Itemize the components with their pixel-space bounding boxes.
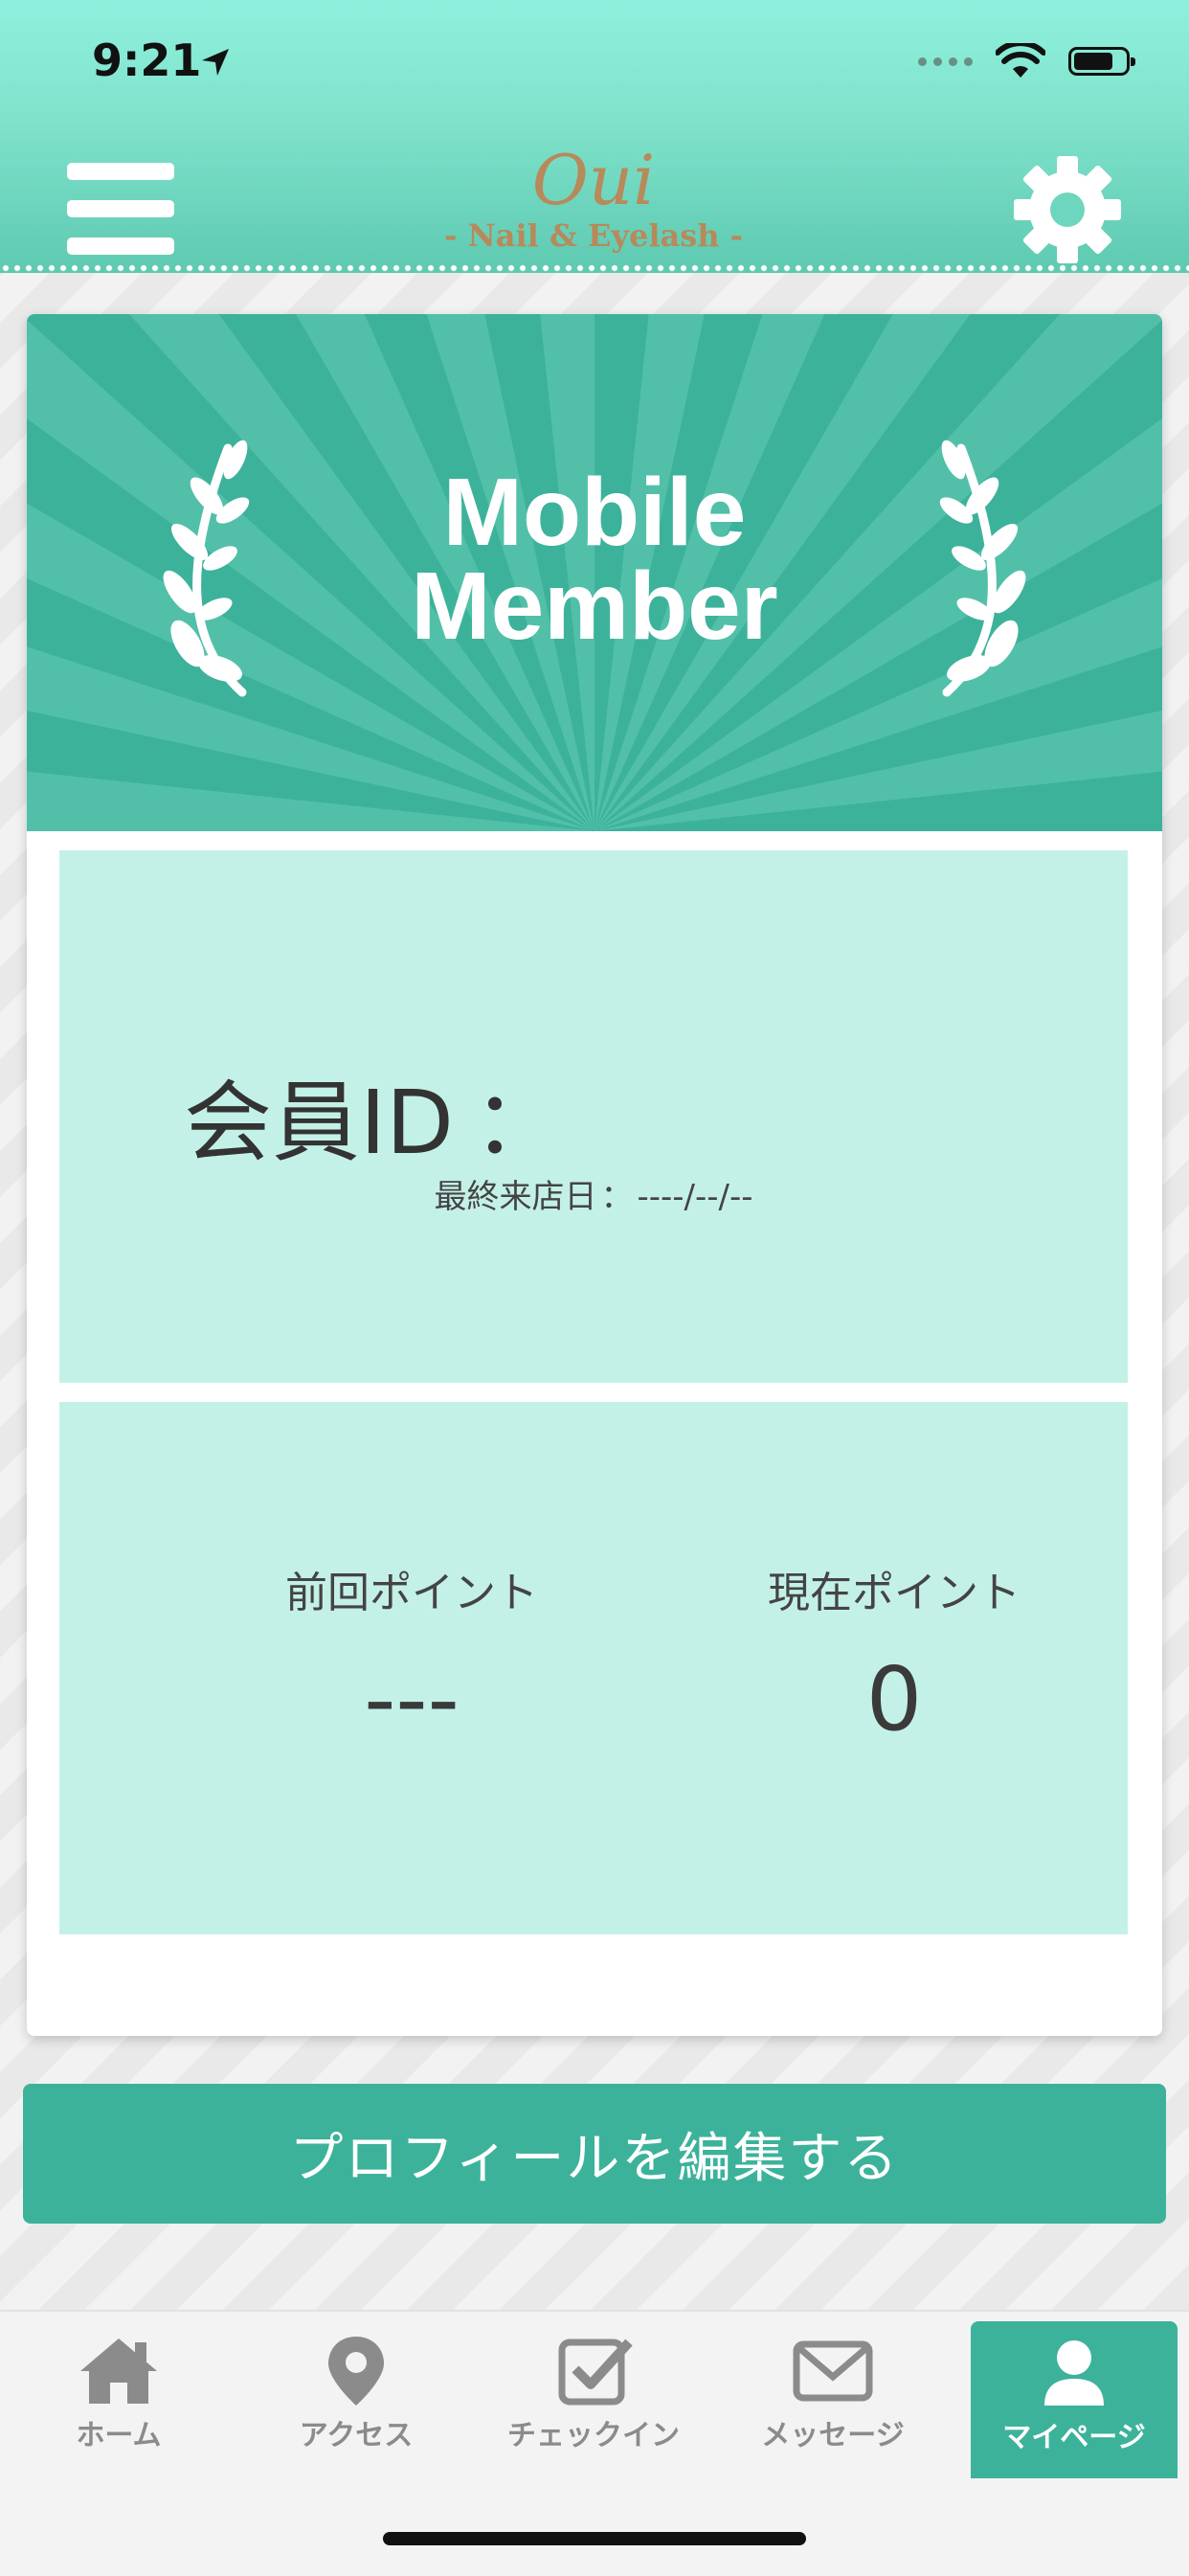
tab-access-label: アクセス xyxy=(299,2419,414,2452)
member-id-panel: 会員ID： 最終来店日： ----/--/-- xyxy=(59,850,1128,1383)
hamburger-icon xyxy=(67,163,174,180)
header-dotted-border xyxy=(0,263,1189,273)
wifi-icon xyxy=(996,43,1045,78)
settings-button[interactable] xyxy=(1011,153,1124,266)
current-points: 現在ポイント 0 xyxy=(703,1565,1086,1752)
previous-points: 前回ポイント --- xyxy=(220,1565,603,1752)
battery-icon xyxy=(1068,47,1135,76)
points-panel: 前回ポイント --- 現在ポイント 0 xyxy=(59,1402,1128,1934)
checkbox-icon xyxy=(558,2339,633,2406)
home-icon xyxy=(80,2339,157,2404)
member-banner: Mobile Member xyxy=(27,314,1162,831)
member-id-colon: ： xyxy=(472,1072,561,1174)
member-card: Mobile Member 会員ID： 最終来店日： ----/--/-- 前回ポ… xyxy=(27,314,1162,2036)
edit-profile-button[interactable]: プロフィールを編集する xyxy=(23,2084,1166,2224)
last-visit-separator: ： xyxy=(600,1178,634,1216)
tab-checkin-label: チェックイン xyxy=(507,2419,680,2452)
current-points-value: 0 xyxy=(865,1648,923,1751)
tab-home[interactable]: ホーム xyxy=(15,2323,222,2467)
previous-points-value: --- xyxy=(364,1648,460,1751)
member-id-label: 会員ID xyxy=(184,1072,454,1174)
last-visit-row: 最終来店日： ----/--/-- xyxy=(59,1170,1128,1217)
status-indicators xyxy=(918,42,1135,80)
user-icon xyxy=(1044,2340,1104,2406)
tab-checkin[interactable]: チェックイン xyxy=(490,2323,697,2467)
location-arrow-icon xyxy=(202,49,229,76)
home-indicator xyxy=(383,2532,806,2545)
map-pin-icon xyxy=(328,2337,384,2406)
tab-mypage[interactable]: マイページ xyxy=(971,2321,1178,2478)
last-visit-value: ----/--/-- xyxy=(637,1178,753,1216)
tab-home-label: ホーム xyxy=(76,2419,162,2452)
signal-icon xyxy=(918,56,973,66)
brand-logo: Oui - Nail & Eyelash - xyxy=(444,140,743,266)
menu-button[interactable] xyxy=(67,163,174,255)
tab-message[interactable]: メッセージ xyxy=(729,2323,936,2467)
logo-main-text: Oui xyxy=(531,140,656,220)
tab-mypage-label: マイページ xyxy=(1002,2421,1146,2454)
logo-sub-text: - Nail & Eyelash - xyxy=(444,217,743,254)
laurel-right-icon xyxy=(939,440,1026,697)
status-time: 9:21 xyxy=(92,34,202,86)
current-points-label: 現在ポイント xyxy=(768,1569,1021,1617)
tab-message-label: メッセージ xyxy=(761,2419,905,2452)
gear-icon xyxy=(1014,156,1121,263)
last-visit-label: 最終来店日 xyxy=(434,1178,597,1216)
tab-access[interactable]: アクセス xyxy=(253,2323,460,2467)
member-id-row: 会員ID： xyxy=(184,1051,561,1179)
envelope-icon xyxy=(793,2340,873,2402)
previous-points-label: 前回ポイント xyxy=(285,1569,538,1617)
app-header: 9:21 Oui - Nail & Eyelash - xyxy=(0,0,1189,273)
